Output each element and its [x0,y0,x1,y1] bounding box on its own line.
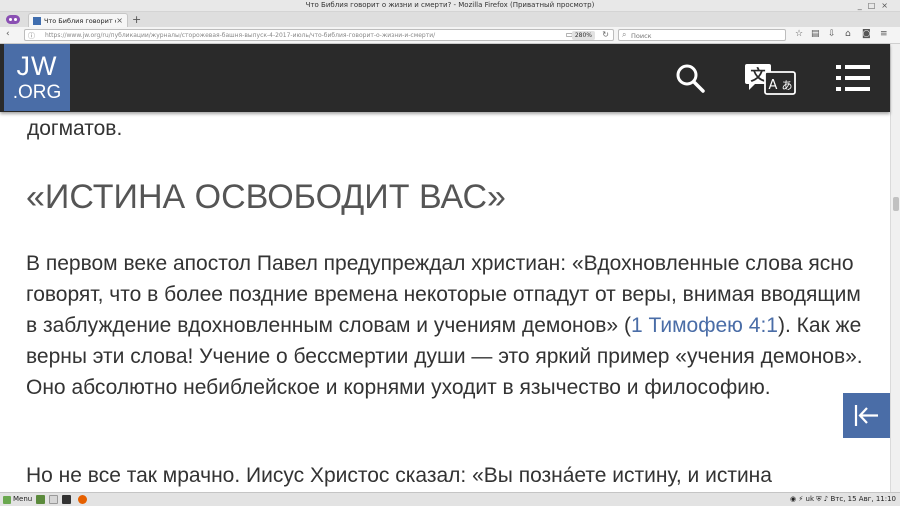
sound-icon[interactable]: ◉ [790,495,796,503]
jw-favicon-icon [33,17,41,25]
start-menu-button[interactable]: Menu [3,494,32,505]
keyboard-layout[interactable]: uk [806,495,815,503]
bookmark-star-icon[interactable]: ☆ [795,29,803,39]
svg-text:A: A [769,78,778,93]
hamburger-menu-icon[interactable]: ≡ [880,29,888,39]
search-icon: ⌕ [622,30,627,39]
site-header: JW .ORG 文 A あ [0,44,890,112]
language-icon[interactable]: 文 A あ [743,58,799,98]
downloads-icon[interactable]: ⇩ [828,29,836,39]
terminal-icon[interactable] [62,495,71,504]
paragraph: Но не все так мрачно. Иисус Христос сказ… [26,464,772,487]
home-icon[interactable]: ⌂ [845,29,851,39]
show-desktop-icon[interactable] [36,495,45,504]
page-scrollbar[interactable] [890,44,900,492]
tab-strip: Что Библия говорит о жи × + [0,12,900,27]
url-bar[interactable]: ⓘ https://www.jw.org/ru/публикации/журна… [24,29,614,41]
navigation-bar: ‹ ⓘ https://www.jw.org/ru/публикации/жур… [0,27,900,44]
zoom-level-badge[interactable]: 280% [571,31,595,40]
url-text[interactable]: https://www.jw.org/ru/публикации/журналы… [45,32,565,39]
system-tray: ◉ ⚡ uk ⛨ ♪ Втс, 15 Авг, 11:10 [790,494,896,505]
window-title: Что Библия говорит о жизни и смерти? - M… [305,1,595,9]
new-tab-button[interactable]: + [132,13,141,26]
volume-icon[interactable]: ♪ [824,495,828,503]
window-controls[interactable]: _□× [858,1,894,10]
jw-org-logo[interactable]: JW .ORG [4,44,70,111]
private-browsing-icon [6,15,20,24]
svg-text:あ: あ [782,79,793,92]
maximize-button[interactable]: □ [868,1,882,10]
logo-line-org: .ORG [12,82,62,103]
menu-icon[interactable] [832,58,874,98]
network-icon[interactable]: ⚡ [798,495,803,503]
window-titlebar: Что Библия говорит о жизни и смерти? - M… [0,0,900,12]
paragraph: В первом веке апостол Павел предупреждал… [26,248,876,403]
pocket-icon[interactable]: ◙ [862,29,871,39]
reload-icon[interactable]: ↻ [602,30,609,39]
scripture-link[interactable]: 1 Тимофею 4:1 [631,314,778,337]
tab-close-icon[interactable]: × [116,16,123,25]
search-icon[interactable] [670,58,712,98]
minimize-button[interactable]: _ [858,1,868,10]
updates-icon[interactable]: ⛨ [816,495,821,503]
article-content: догматов. «ИСТИНА ОСВОБОДИТ ВАС» В перво… [0,112,890,492]
tab-active[interactable]: Что Библия говорит о жи × [28,13,128,27]
site-info-icon[interactable]: ⓘ [28,31,35,41]
tab-label: Что Библия говорит о жи [44,17,116,25]
logo-line-jw: JW [16,51,58,81]
text-fragment: догматов. [27,117,123,140]
close-window-button[interactable]: × [881,1,894,10]
arrow-to-left-icon [854,405,878,426]
bookmarks-menu-icon[interactable]: ▤ [811,29,820,39]
taskbar: Menu ◉ ⚡ uk ⛨ ♪ Втс, 15 Авг, 11:10 [0,492,900,506]
file-manager-icon[interactable] [49,495,58,504]
search-bar[interactable]: ⌕ [618,29,786,41]
firefox-icon[interactable] [78,495,87,504]
section-heading: «ИСТИНА ОСВОБОДИТ ВАС» [26,178,506,216]
scrollbar-thumb[interactable] [893,197,899,211]
search-input[interactable] [631,31,781,40]
svg-text:文: 文 [750,66,766,84]
back-button[interactable]: ‹ [6,29,10,39]
clock[interactable]: Втс, 15 Авг, 11:10 [830,495,896,503]
open-side-panel-button[interactable] [843,393,890,438]
